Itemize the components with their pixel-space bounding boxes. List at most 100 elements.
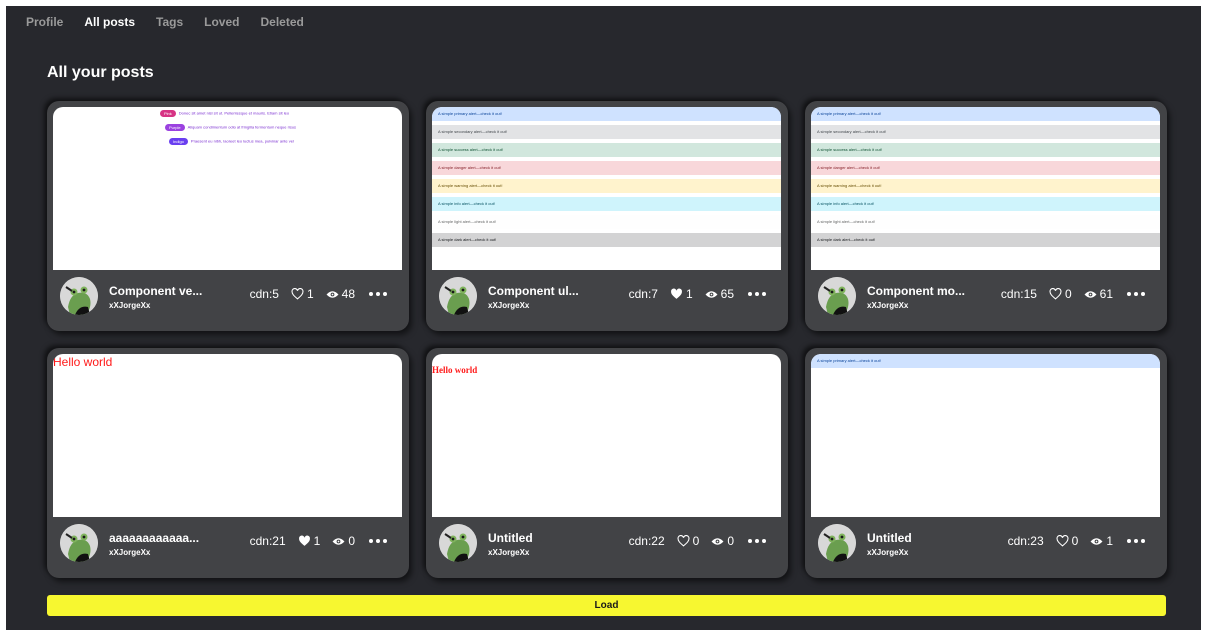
post-author[interactable]: xXJorgeXx [488,301,529,310]
avatar[interactable] [818,524,856,562]
post-author[interactable]: xXJorgeXx [488,548,529,557]
ellipsis-icon[interactable] [369,539,387,543]
love-stat[interactable]: 0 [677,534,699,548]
eye-icon [326,290,339,298]
tab-loved[interactable]: Loved [204,15,239,29]
love-count: 0 [1071,534,1079,548]
heart-filled-icon [670,288,682,299]
ellipsis-icon[interactable] [748,292,766,296]
post-title[interactable]: Component ve... [109,284,219,298]
alert-list: A simple primary alert—check it out! A s… [811,107,1160,251]
eye-icon [1084,290,1097,298]
views-count: 0 [348,534,355,548]
post-footer: Component mo... xXJorgeXx cdn:15 0 61 [805,270,1167,331]
tab-bar: Profile All posts Tags Loved Deleted [26,15,304,29]
post-author[interactable]: xXJorgeXx [109,548,150,557]
post-title[interactable]: Component ul... [488,284,598,298]
ellipsis-icon[interactable] [1127,539,1145,543]
preview-badge-text: Donec sit amet nisl sit ut. Pellentesque… [178,110,290,116]
preview-badge-text: Praesent eu nibh, laoreet leo luctus mea… [190,138,294,144]
alert-light: A simple light alert—check it out! [811,215,1160,229]
love-stat[interactable]: 1 [670,287,693,301]
post-author[interactable]: xXJorgeXx [867,301,908,310]
eye-icon [705,290,718,298]
love-stat[interactable]: 0 [1049,287,1072,301]
post-card[interactable]: A simple primary alert—check it out! A s… [426,101,788,331]
eye-icon [1090,537,1103,545]
love-stat[interactable]: 1 [298,534,320,548]
post-card[interactable]: Hello world aaaaaaaaaaaa... xXJorgeXx cd… [47,348,409,578]
post-preview[interactable]: Hello world [53,354,402,517]
post-footer: Untitled xXJorgeXx cdn:23 0 1 [805,517,1167,578]
post-card[interactable]: A simple primary alert—check it out! Unt… [805,348,1167,578]
tab-profile[interactable]: Profile [26,15,63,29]
alert-light: A simple light alert—check it out! [432,215,781,229]
post-title[interactable]: Untitled [867,531,977,545]
views-count: 1 [1106,534,1113,548]
alert-list: A simple primary alert—check it out! [811,354,1160,372]
views-stat: 0 [332,534,355,548]
post-footer: aaaaaaaaaaaa... xXJorgeXx cdn:21 1 0 [47,517,409,578]
post-stats: cdn:21 1 0 [250,534,387,548]
cdn-label: cdn:21 [249,534,286,548]
avatar[interactable] [439,524,477,562]
love-stat[interactable]: 1 [291,287,314,301]
post-stats: cdn:15 0 61 [1001,287,1145,301]
alert-danger: A simple danger alert—check it out! [811,161,1160,175]
post-title[interactable]: aaaaaaaaaaaa... [109,531,219,545]
post-stats: cdn:5 1 48 [250,287,387,301]
post-card[interactable]: A simple primary alert—check it out! A s… [805,101,1167,331]
app-window: Profile All posts Tags Loved Deleted All… [6,6,1201,630]
eye-icon [711,537,724,545]
avatar[interactable] [818,277,856,315]
post-card[interactable]: Pink Donec sit amet nisl sit ut. Pellente… [47,101,409,331]
post-preview[interactable]: Hello world [432,354,781,517]
post-author[interactable]: xXJorgeXx [867,548,908,557]
heart-filled-icon [298,535,310,546]
post-preview[interactable]: A simple primary alert—check it out! A s… [432,107,781,270]
heart-outline-icon [291,288,304,300]
preview-badge-row: Indigo Praesent eu nibh, laoreet leo luct… [169,138,294,145]
alert-dark: A simple dark alert—check it out! [432,233,781,247]
love-count: 0 [1064,287,1072,301]
alert-secondary: A simple secondary alert—check it out! [432,125,781,139]
avatar[interactable] [60,524,98,562]
heart-outline-icon [1056,535,1069,547]
avatar[interactable] [60,277,98,315]
post-preview[interactable]: A simple primary alert—check it out! [811,354,1160,517]
tab-deleted[interactable]: Deleted [260,15,303,29]
post-preview[interactable]: A simple primary alert—check it out! A s… [811,107,1160,270]
post-stats: cdn:7 1 65 [629,287,766,301]
post-title[interactable]: Untitled [488,531,598,545]
post-footer: Component ul... xXJorgeXx cdn:7 1 65 [426,270,788,331]
alert-info: A simple info alert—check it out! [432,197,781,211]
post-author[interactable]: xXJorgeXx [109,301,150,310]
post-preview[interactable]: Pink Donec sit amet nisl sit ut. Pellente… [53,107,402,270]
views-count: 0 [727,534,734,548]
tab-tags[interactable]: Tags [156,15,183,29]
alert-warning: A simple warning alert—check it out! [432,179,781,193]
post-stats: cdn:23 0 1 [1008,534,1145,548]
alert-primary: A simple primary alert—check it out! [811,107,1160,121]
ellipsis-icon[interactable] [748,539,766,543]
views-count: 48 [341,287,355,301]
ellipsis-icon[interactable] [1127,292,1145,296]
love-stat[interactable]: 0 [1056,534,1079,548]
alert-primary: A simple primary alert—check it out! [811,354,1160,368]
preview-badge: Indigo [169,138,188,145]
alert-success: A simple success alert—check it out! [432,143,781,157]
views-stat: 65 [705,287,734,301]
post-footer: Component ve... xXJorgeXx cdn:5 1 48 [47,270,409,331]
load-button[interactable]: Load [47,595,1166,616]
heart-outline-icon [1049,288,1062,300]
post-card[interactable]: Hello world Untitled xXJorgeXx cdn:22 0 … [426,348,788,578]
alert-primary: A simple primary alert—check it out! [432,107,781,121]
views-stat: 61 [1084,287,1113,301]
tab-all-posts[interactable]: All posts [84,15,135,29]
page-title: All your posts [47,64,154,81]
post-title[interactable]: Component mo... [867,284,977,298]
ellipsis-icon[interactable] [369,292,387,296]
post-footer: Untitled xXJorgeXx cdn:22 0 0 [426,517,788,578]
avatar[interactable] [439,277,477,315]
preview-badge-row: Pink Donec sit amet nisl sit ut. Pellente… [160,110,289,117]
